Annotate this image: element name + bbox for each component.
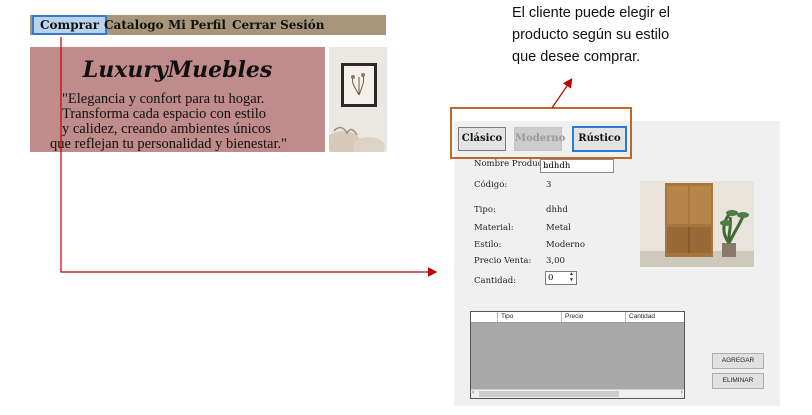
nav-comprar[interactable]: Comprar	[32, 15, 108, 35]
nav-cerrar-sesion[interactable]: Cerrar Sesión	[226, 17, 330, 33]
cart-table[interactable]: Tipo Precio Cantidad ‹ ›	[470, 311, 685, 399]
annotation-line: El cliente puede elegir el	[512, 5, 670, 21]
nombre-producto-select[interactable]: hdhdh ⌄	[540, 159, 614, 173]
annotation-note: El cliente puede elegir el producto segú…	[512, 2, 772, 68]
annotation-line: que desee comprar.	[512, 49, 641, 65]
horizontal-scrollbar[interactable]: ‹ ›	[471, 388, 684, 398]
estilo-value: Moderno	[546, 240, 585, 250]
nav-mi-perfil[interactable]: Mi Perfil	[162, 17, 232, 33]
cart-table-header: Tipo Precio Cantidad	[471, 312, 684, 323]
tipo-value: dhhd	[546, 205, 568, 215]
table-column-header: Cantidad	[625, 312, 684, 322]
scroll-left-icon[interactable]: ‹	[472, 388, 474, 396]
hero-line: que reflejan tu personalidad y bienestar…	[50, 136, 288, 152]
annotation-line: producto según su estilo	[512, 27, 670, 43]
scrollbar-thumb[interactable]	[479, 391, 619, 397]
cantidad-value: 0	[548, 273, 554, 283]
scroll-right-icon[interactable]: ›	[681, 388, 683, 396]
chevron-down-icon: ⌄	[543, 161, 550, 170]
cantidad-stepper[interactable]: 0 ▲ ▼	[545, 271, 577, 285]
material-label: Material:	[474, 223, 514, 233]
precio-venta-label: Precio Venta:	[474, 256, 532, 266]
table-column-header	[471, 312, 496, 322]
main-navbar: Comprar Catalogo Mi Perfil Cerrar Sesión	[30, 15, 386, 35]
estilo-label: Estilo:	[474, 240, 502, 250]
eliminar-button[interactable]: ELIMINAR	[712, 373, 764, 389]
material-value: Metal	[546, 223, 571, 233]
stepper-arrows-icon[interactable]: ▲ ▼	[568, 272, 575, 284]
precio-venta-value: 3,00	[546, 256, 565, 266]
codigo-label: Código:	[474, 180, 508, 190]
hero-title: LuxuryMuebles	[82, 57, 273, 83]
agregar-button[interactable]: AGREGAR	[712, 353, 764, 369]
codigo-value: 3	[546, 180, 552, 190]
style-buttons-highlight	[450, 107, 632, 159]
hero-decor-image	[329, 47, 387, 152]
table-column-header: Tipo	[497, 312, 561, 322]
cantidad-label: Cantidad:	[474, 276, 516, 286]
product-image	[640, 181, 754, 267]
callout-arrow	[551, 78, 573, 109]
nav-catalogo[interactable]: Catalogo	[98, 17, 170, 33]
hero-banner: LuxuryMuebles "Elegancia y confort para …	[30, 47, 325, 152]
tipo-label: Tipo:	[474, 205, 496, 215]
table-column-header: Precio	[561, 312, 625, 322]
